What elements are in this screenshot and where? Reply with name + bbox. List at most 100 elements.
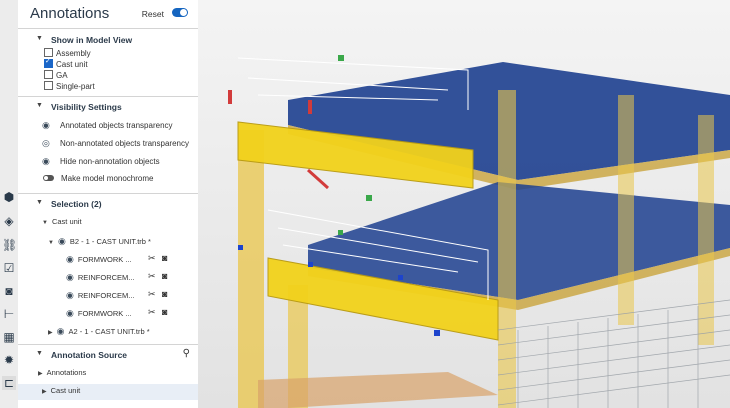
divider	[18, 193, 198, 194]
camera-icon[interactable]: ◙	[162, 289, 176, 299]
visibility-label: Hide non-annotation objects	[60, 157, 160, 166]
eye-icon[interactable]: ◉	[57, 326, 65, 336]
tree-label: REINFORCEM...	[77, 273, 135, 282]
annotation-icon[interactable]: ⊏	[2, 376, 16, 390]
eye-icon[interactable]: ◉	[42, 120, 56, 131]
link-icon[interactable]: ⛓	[2, 238, 17, 252]
left-toolbar: ⬢ ◈ ⛓ ☑ ◙ ⊢ ▦ ✹ ⊏	[0, 0, 19, 408]
column	[618, 95, 634, 325]
eye-outline-icon[interactable]: ◎	[42, 138, 56, 149]
visibility-annotated-transparency[interactable]: ◉ Annotated objects transparency	[42, 120, 173, 132]
divider	[18, 96, 198, 97]
collapse-arrow-icon: ▼	[36, 102, 43, 109]
tree-label: Cast unit	[51, 217, 82, 226]
tree-child[interactable]: ◉ FORMWORK ...	[66, 254, 132, 266]
option-ga[interactable]: GA	[44, 70, 68, 82]
option-label: Cast unit	[56, 60, 88, 69]
row-tools: ✂ ◙	[148, 271, 176, 283]
eye-icon[interactable]: ◉	[66, 290, 74, 300]
layers-icon[interactable]: ◈	[2, 214, 16, 228]
option-label: Single-part	[56, 82, 95, 91]
search-icon[interactable]: ⚲	[183, 348, 190, 359]
cube-icon[interactable]: ⬢	[2, 190, 16, 204]
visibility-label: Non-annotated objects transparency	[60, 139, 189, 148]
tree-child[interactable]: ◉ REINFORCEM...	[66, 272, 135, 284]
eye-icon[interactable]: ◉	[66, 272, 74, 282]
eye-icon[interactable]: ◉	[66, 254, 74, 264]
scissors-icon[interactable]: ✂	[148, 307, 162, 318]
toggle-icon[interactable]	[43, 175, 54, 181]
tree-label: Cast unit	[50, 386, 81, 395]
section-title: Visibility Settings	[51, 102, 122, 112]
model-viewport[interactable]	[198, 0, 730, 408]
option-assembly[interactable]: Assembly	[44, 48, 91, 60]
eye-icon[interactable]: ◉	[58, 236, 66, 246]
model-3d-view[interactable]	[198, 0, 730, 408]
divider	[18, 344, 198, 345]
visibility-non-annotated-transparency[interactable]: ◎ Non-annotated objects transparency	[42, 138, 189, 150]
camera-icon[interactable]: ◙	[162, 253, 176, 263]
checkbox[interactable]	[44, 48, 53, 58]
expand-arrow-icon: ▼	[48, 240, 54, 246]
tree-label: B2 - 1 - CAST UNIT.trb *	[69, 237, 151, 246]
row-tools: ✂ ◙	[148, 289, 176, 301]
scissors-icon[interactable]: ✂	[148, 253, 162, 264]
row-tools: ✂ ◙	[148, 253, 176, 265]
hierarchy-icon[interactable]: ⊢	[2, 307, 16, 321]
option-cast-unit[interactable]: Cast unit	[44, 57, 88, 71]
section-title: Show in Model View	[51, 35, 133, 45]
collapse-arrow-icon: ▼	[36, 350, 43, 357]
tree-label: FORMWORK ...	[77, 309, 132, 318]
option-single-part[interactable]: Single-part	[44, 81, 95, 93]
eye-icon[interactable]: ◉	[42, 156, 56, 167]
visibility-monochrome[interactable]: Make model monochrome	[42, 174, 153, 186]
tree-label: A2 - 1 - CAST UNIT.trb *	[68, 327, 150, 336]
section-selection[interactable]: ▼ Selection (2)	[18, 196, 198, 212]
collapse-arrow-icon: ▼	[36, 35, 43, 42]
checkbox[interactable]	[44, 81, 53, 91]
visibility-hide-non-annotation[interactable]: ◉ Hide non-annotation objects	[42, 156, 160, 168]
column	[238, 130, 264, 408]
tree-child[interactable]: ◉ FORMWORK ...	[66, 308, 132, 320]
tree-label: Annotations	[46, 368, 87, 377]
rebar-cage	[497, 299, 730, 408]
checkbox-checked[interactable]	[44, 57, 53, 69]
table-icon[interactable]: ▦	[2, 330, 16, 344]
section-annotation-source[interactable]: ▼ Annotation Source	[18, 347, 198, 363]
column	[498, 90, 516, 408]
section-show-in-model-view[interactable]: ▼ Show in Model View	[18, 32, 198, 48]
option-label: GA	[56, 71, 68, 80]
checklist-icon[interactable]: ☑	[2, 261, 16, 275]
section-title: Selection (2)	[51, 199, 102, 209]
column	[698, 115, 714, 345]
divider	[18, 28, 198, 29]
expand-arrow-icon: ▶	[42, 389, 47, 395]
checkbox[interactable]	[44, 70, 53, 80]
option-label: Assembly	[56, 49, 91, 58]
panel-title: Annotations	[30, 5, 110, 22]
scissors-icon[interactable]: ✂	[148, 289, 162, 300]
camera-icon[interactable]: ◙	[162, 307, 176, 317]
scissors-icon[interactable]: ✂	[148, 271, 162, 282]
tree-item-b2[interactable]: ▼ ◉ B2 - 1 - CAST UNIT.trb *	[48, 236, 151, 248]
source-item-annotations[interactable]: ▶ Annotations	[38, 368, 86, 380]
source-item-cast-unit[interactable]: ▶ Cast unit	[42, 386, 80, 398]
reset-toggle[interactable]	[172, 8, 188, 17]
section-visibility-settings[interactable]: ▼ Visibility Settings	[18, 99, 198, 115]
section-title: Annotation Source	[51, 350, 128, 360]
camera-icon[interactable]: ◙	[162, 271, 176, 281]
tree-group-cast-unit[interactable]: ▼ Cast unit	[42, 217, 82, 229]
tree-child[interactable]: ◉ REINFORCEM...	[66, 290, 135, 302]
tree-label: FORMWORK ...	[77, 255, 132, 264]
visibility-label: Annotated objects transparency	[60, 121, 173, 130]
gear-icon[interactable]: ✹	[2, 353, 16, 367]
camera-icon[interactable]: ◙	[2, 284, 16, 298]
expand-arrow-icon: ▶	[38, 371, 43, 377]
expand-arrow-icon: ▼	[42, 220, 48, 226]
tree-item-a2[interactable]: ▶ ◉ A2 - 1 - CAST UNIT.trb *	[48, 326, 150, 338]
tree-label: REINFORCEM...	[77, 291, 135, 300]
visibility-label: Make model monochrome	[61, 174, 154, 183]
annotations-panel: Annotations Reset ▼ Show in Model View A…	[18, 0, 199, 408]
collapse-arrow-icon: ▼	[36, 199, 43, 206]
eye-icon[interactable]: ◉	[66, 308, 74, 318]
